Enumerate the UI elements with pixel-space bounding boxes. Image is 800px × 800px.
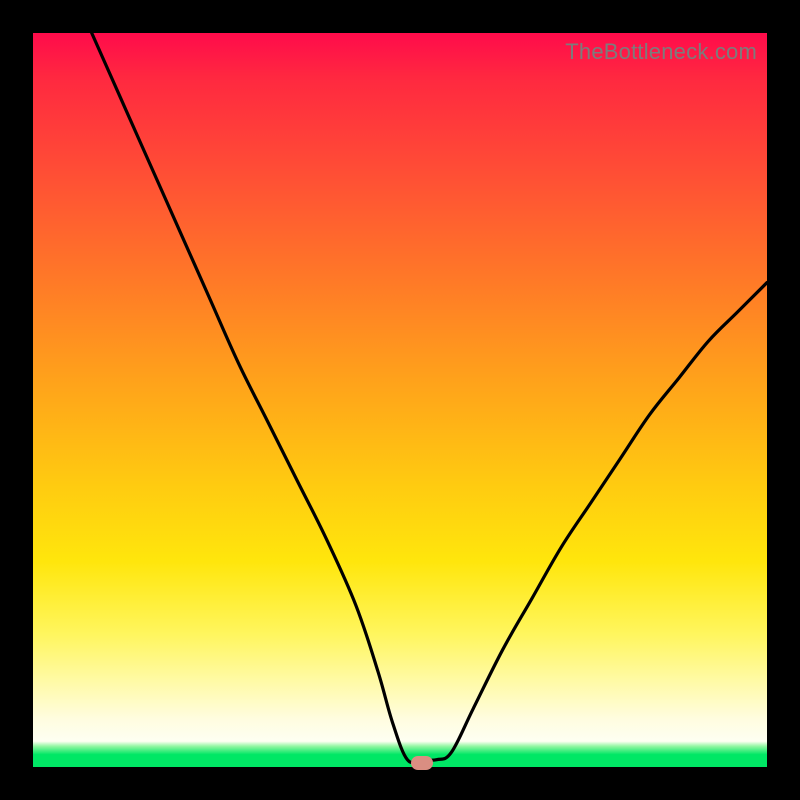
chart-frame: TheBottleneck.com <box>0 0 800 800</box>
plot-area: TheBottleneck.com <box>33 33 767 767</box>
bottleneck-curve <box>33 33 767 767</box>
min-marker <box>411 756 433 770</box>
